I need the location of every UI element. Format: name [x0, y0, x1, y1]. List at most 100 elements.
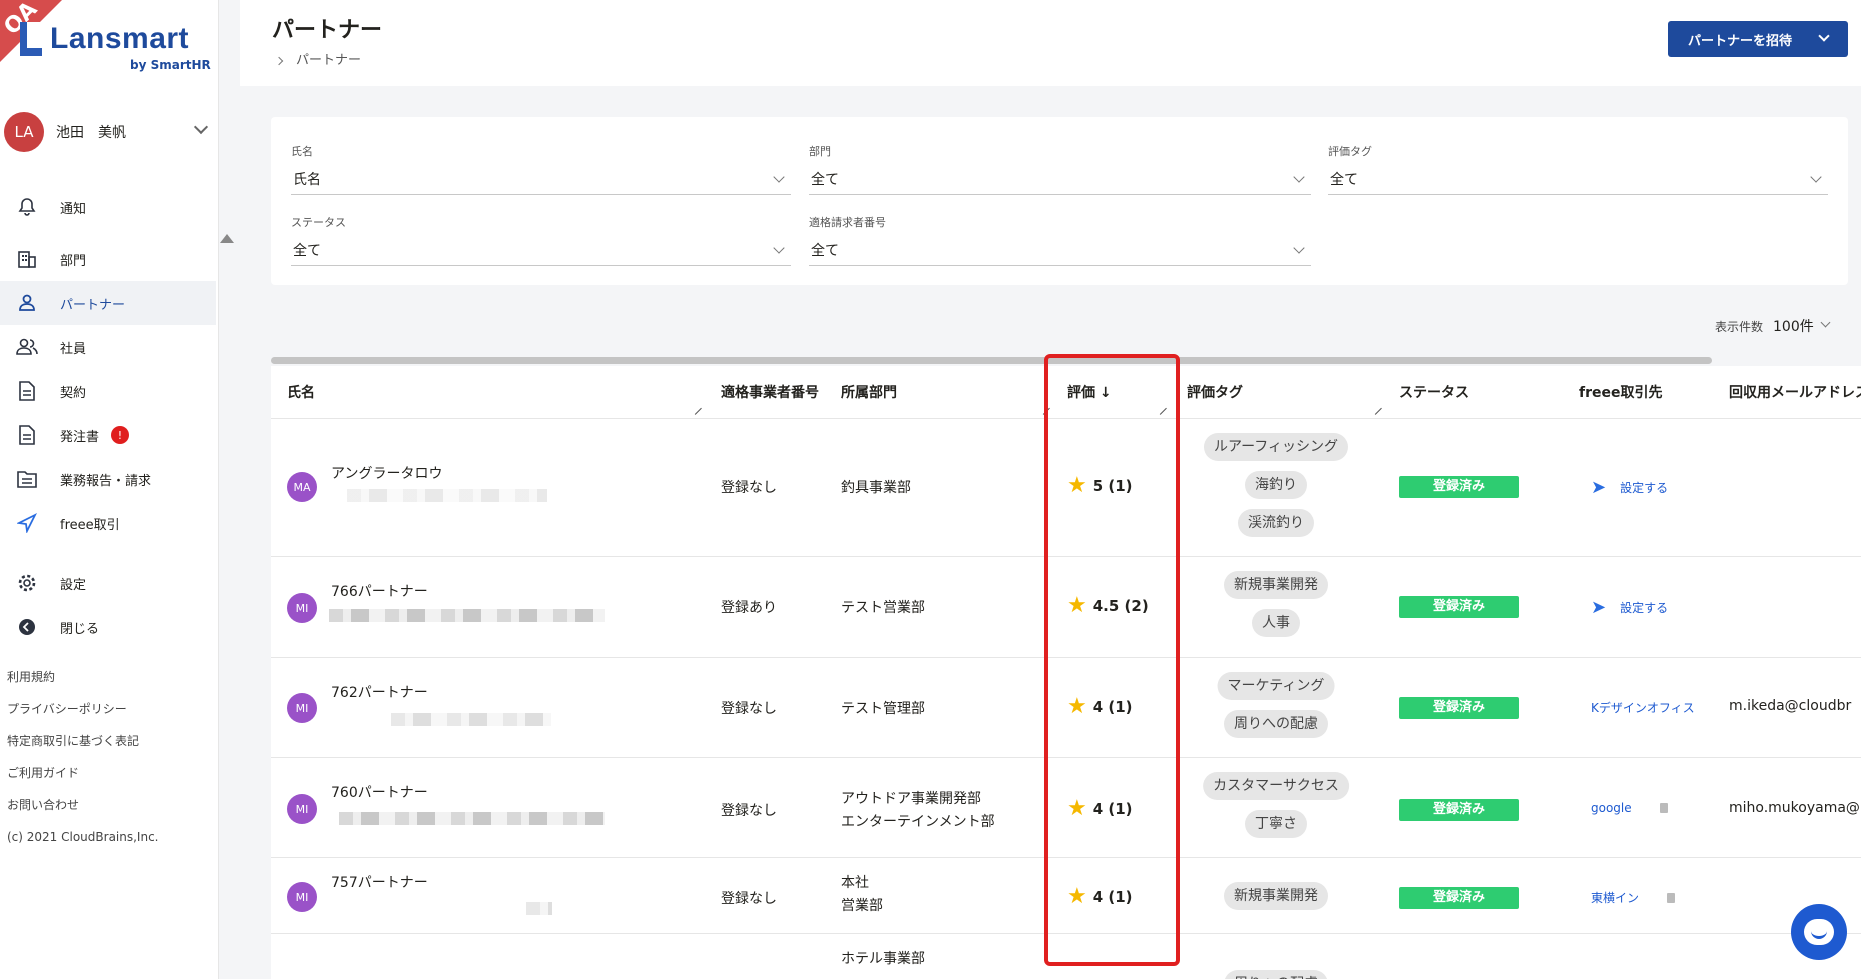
department-select[interactable]: 全て [809, 169, 1311, 195]
department: アウトドア事業開発部 [841, 791, 981, 807]
eval-tag: 渓流釣り [1238, 509, 1314, 537]
sidebar-item-label: パートナー [60, 297, 126, 313]
column-header-invoice[interactable]: 適格事業者番号 [721, 382, 819, 402]
chevron-down-icon[interactable] [193, 119, 209, 135]
column-header-name[interactable]: 氏名 [287, 382, 315, 402]
freee-partner-link[interactable]: google [1591, 801, 1668, 815]
sidebar-item-partners[interactable]: パートナー [0, 281, 216, 325]
trash-icon[interactable] [1659, 803, 1668, 813]
table-row[interactable]: MI 757パートナー 登録なし 本社 営業部 ★ 4 (1) 新規事業開発 登録… [271, 858, 1861, 934]
contact-link[interactable]: お問い合わせ [7, 789, 159, 821]
sidebar-item-departments[interactable]: 部門 [0, 237, 216, 281]
column-header-rating[interactable]: 評価 ↓ [1067, 382, 1112, 402]
horizontal-scrollbar[interactable] [271, 357, 1712, 364]
sidebar-item-notifications[interactable]: 通知 [0, 185, 216, 229]
select-value: 全て [811, 172, 839, 188]
partner-name[interactable]: 760パートナー [331, 782, 428, 802]
user-menu[interactable]: LA 池田 美帆 [4, 112, 214, 152]
avatar: MI [287, 593, 317, 623]
partner-email-redacted [526, 902, 552, 919]
table-row[interactable]: MI 760パートナー 登録なし アウトドア事業開発部 エンターテインメント部 … [271, 758, 1861, 858]
freee-partner-link[interactable]: Kデザインオフィス [1591, 699, 1695, 716]
freee-setup-link[interactable]: ➤ 設定する [1591, 477, 1668, 498]
column-resize-handle[interactable] [1369, 402, 1382, 415]
partner-name[interactable]: アングラータロウ [331, 463, 442, 483]
per-page-select[interactable]: 100件 [1773, 316, 1833, 336]
sidebar-item-label: 設定 [60, 577, 87, 593]
sidebar-item-contracts[interactable]: 契約 [0, 369, 216, 413]
freee-setup-link[interactable]: ➤ 設定する [1591, 597, 1668, 618]
column-header-email[interactable]: 回収用メールアドレス [1729, 382, 1861, 402]
department: テスト営業部 [841, 600, 925, 616]
eval-tag: ルアーフィッシング [1203, 433, 1349, 461]
filter-label: ステータス [291, 216, 346, 229]
logo[interactable]: Lansmart [20, 22, 189, 56]
rating-value: 4 (1) [1092, 888, 1133, 906]
department: 営業部 [841, 898, 883, 914]
freee-link-label: google [1591, 801, 1632, 815]
column-resize-handle[interactable] [1154, 402, 1167, 415]
table-row[interactable]: MI 766パートナー 登録あり テスト営業部 ★ 4.5 (2) 新規事業開発 … [271, 557, 1861, 658]
table-row[interactable]: ホテル事業部 周りへの配慮 [271, 934, 1861, 979]
column-header-department[interactable]: 所属部門 [841, 382, 897, 402]
partner-email-redacted [347, 489, 547, 506]
chat-button[interactable] [1791, 904, 1847, 960]
sidebar-item-employees[interactable]: 社員 [0, 325, 216, 369]
footer-links: 利用規約 プライバシーポリシー 特定商取引に基づく表記 ご利用ガイド お問い合わ… [7, 661, 159, 853]
column-resize-handle[interactable] [1037, 402, 1050, 415]
partner-name[interactable]: 762パートナー [331, 682, 428, 702]
page-header: パートナー パートナー パートナーを招待 [240, 0, 1861, 86]
star-icon: ★ [1067, 796, 1087, 821]
rating-value: 5 (1) [1092, 477, 1133, 495]
sidebar-item-purchase-orders[interactable]: 発注書 ! [0, 413, 216, 457]
sidebar-item-close[interactable]: 閉じる [0, 605, 216, 649]
sidebar-item-label: 契約 [60, 385, 87, 401]
star-icon: ★ [1067, 694, 1087, 719]
page-title: パートナー [272, 18, 383, 43]
partner-name[interactable]: 766パートナー [331, 581, 428, 601]
partner-table: 氏名 適格事業者番号 所属部門 評価 ↓ 評価タグ ステータス freee取引先… [271, 366, 1861, 979]
column-resize-handle[interactable] [689, 402, 702, 415]
status-select[interactable]: 全て [291, 240, 791, 266]
invoice-status: 登録なし [721, 480, 777, 496]
table-row[interactable]: MI 762パートナー 登録なし テスト管理部 ★ 4 (1) マーケティング 周… [271, 658, 1861, 758]
column-header-freee[interactable]: freee取引先 [1579, 382, 1662, 402]
select-value: 全て [811, 243, 839, 259]
column-header-status[interactable]: ステータス [1399, 382, 1469, 402]
sidebar-item-label: 部門 [60, 253, 87, 269]
terms-link[interactable]: 利用規約 [7, 661, 159, 693]
freee-partner-link[interactable]: 東横イン [1591, 889, 1676, 906]
per-page-label: 表示件数 [1715, 319, 1764, 334]
guide-link[interactable]: ご利用ガイド [7, 757, 159, 789]
breadcrumb-item[interactable]: パートナー [296, 53, 361, 68]
trash-icon[interactable] [1667, 892, 1676, 903]
eval-tag: 人事 [1252, 609, 1300, 637]
scroll-up-icon[interactable] [220, 234, 234, 243]
sidebar-item-settings[interactable]: 設定 [0, 561, 216, 605]
sidebar-item-freee[interactable]: freee取引 [0, 501, 216, 545]
freee-icon: ➤ [1591, 597, 1607, 618]
partner-name[interactable]: 757パートナー [331, 872, 428, 892]
eval-tag: 海釣り [1245, 471, 1307, 499]
avatar: MI [287, 794, 317, 824]
invite-partner-button[interactable]: パートナーを招待 [1668, 21, 1848, 57]
select-value: 全て [293, 243, 321, 259]
chevron-down-icon [1293, 171, 1305, 183]
sidebar: QA Lansmart by SmartHR LA 池田 美帆 通知 部門 パー… [0, 0, 219, 979]
sidebar-item-label: 閉じる [60, 621, 100, 637]
eval-tag-select[interactable]: 全て [1328, 169, 1828, 195]
per-page-control: 表示件数 100件 [1715, 316, 1833, 336]
privacy-link[interactable]: プライバシーポリシー [7, 693, 159, 725]
sidebar-item-reports[interactable]: 業務報告・請求 [0, 457, 216, 501]
avatar: LA [4, 112, 44, 152]
column-header-tags[interactable]: 評価タグ [1187, 382, 1243, 402]
eval-tag: カスタマーサクセス [1203, 772, 1349, 800]
status-badge: 登録済み [1399, 476, 1519, 498]
table-row[interactable]: MA アングラータロウ 登録なし 釣具事業部 ★ 5 (1) ルアーフィッシング … [271, 419, 1861, 557]
invoice-no-select[interactable]: 全て [809, 240, 1311, 266]
sidebar-nav: 通知 部門 パートナー 社員 契約 発注書 ! 業務報告・請求 freee取引 … [0, 185, 216, 649]
commerce-law-link[interactable]: 特定商取引に基づく表記 [7, 725, 159, 757]
logo-text: Lansmart [50, 22, 190, 55]
chevron-down-icon [1820, 317, 1831, 328]
name-select[interactable]: 氏名 [291, 169, 791, 195]
